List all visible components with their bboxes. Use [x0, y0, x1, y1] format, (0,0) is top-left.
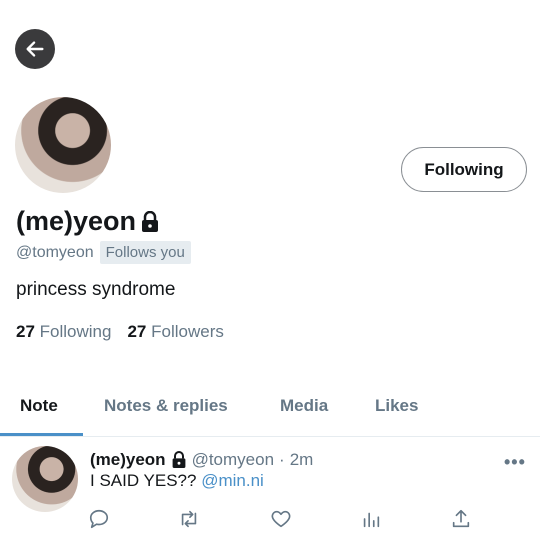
- reply-button[interactable]: [86, 506, 112, 532]
- followers-label: Followers: [151, 322, 224, 341]
- tab-likes[interactable]: Likes: [375, 396, 418, 416]
- profile-tabs: Note Notes & replies Media Likes: [0, 386, 540, 436]
- more-options-button[interactable]: •••: [504, 452, 526, 473]
- tabs-divider: [0, 436, 540, 437]
- following-stat[interactable]: 27 Following: [16, 322, 111, 342]
- note-separator: ·: [279, 450, 285, 469]
- profile-avatar[interactable]: [12, 94, 114, 196]
- tab-note[interactable]: Note: [20, 396, 58, 416]
- lock-icon: [142, 210, 159, 232]
- profile-bio: princess syndrome: [16, 279, 176, 300]
- stats-button[interactable]: [358, 506, 384, 532]
- note-actions: [0, 506, 540, 532]
- like-button[interactable]: [268, 506, 294, 532]
- profile-stats: 27 Following 27 Followers: [16, 322, 224, 342]
- display-name-text: (me)yeon: [16, 206, 137, 236]
- renote-icon: [181, 510, 197, 528]
- like-icon: [271, 510, 291, 528]
- share-icon: [452, 509, 470, 528]
- note-timestamp: 2m: [289, 450, 314, 469]
- follows-you-badge: Follows you: [99, 241, 191, 264]
- tab-notes-replies[interactable]: Notes & replies: [104, 396, 228, 416]
- note-avatar[interactable]: [12, 446, 78, 512]
- share-button[interactable]: [448, 506, 474, 532]
- note-author-name[interactable]: (me)yeon: [90, 450, 166, 470]
- renote-button[interactable]: [176, 506, 202, 532]
- following-button[interactable]: Following: [401, 147, 527, 192]
- followers-count: 27: [127, 322, 147, 341]
- reply-icon: [89, 509, 109, 529]
- handle-row: @tomyeon Follows you: [16, 241, 191, 264]
- note-body: I SAID YES?? @min.ni: [90, 471, 264, 491]
- note-mention[interactable]: @min.ni: [201, 471, 264, 490]
- tab-media[interactable]: Media: [280, 396, 328, 416]
- stats-icon: [363, 512, 380, 528]
- back-arrow-icon: [26, 41, 44, 57]
- lock-icon: [172, 451, 185, 468]
- followers-stat[interactable]: 27 Followers: [127, 322, 223, 342]
- profile-display-name: (me)yeon: [16, 206, 160, 237]
- back-button[interactable]: [15, 29, 55, 69]
- profile-handle: @tomyeon: [16, 243, 94, 261]
- note-author-handle[interactable]: @tomyeon: [192, 450, 274, 470]
- note-header: (me)yeon @tomyeon · 2m: [90, 450, 313, 470]
- note-text: I SAID YES??: [90, 471, 202, 490]
- following-count: 27: [16, 322, 35, 341]
- following-label: Following: [39, 322, 112, 341]
